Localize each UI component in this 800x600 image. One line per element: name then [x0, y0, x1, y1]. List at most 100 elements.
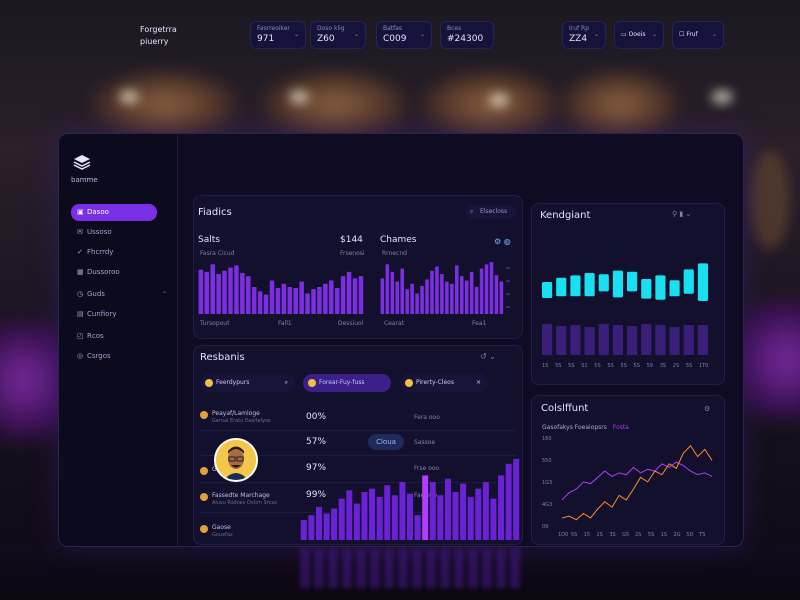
sidebar-item-label: Ussoso	[87, 228, 112, 236]
chip-3[interactable]: Pirerty-Cleos ×	[400, 374, 488, 392]
sales-bar	[299, 281, 304, 314]
floor-reflection	[300, 548, 520, 588]
candle-bar	[697, 263, 708, 301]
kendgiant-title: Kendgiant	[540, 210, 591, 221]
header-filter-1[interactable]: Fasrreoiker 971 ⌄	[250, 21, 306, 49]
header-filter-4[interactable]: Bces #24300	[440, 21, 494, 49]
row-avatar-icon	[200, 493, 208, 501]
channel-bar	[469, 271, 474, 314]
channel-bar	[410, 283, 414, 314]
channel-bar	[415, 293, 419, 314]
sales-bar	[240, 272, 245, 314]
resbanis-bar	[353, 503, 360, 540]
chevron-down-icon: ⌄	[293, 31, 299, 38]
chip-1[interactable]: Feerdypurs ⌕	[200, 374, 295, 392]
sidebar-item-label: Dasoo	[87, 208, 109, 216]
header-filter-3[interactable]: Batfas C009 ⌄	[376, 21, 432, 49]
resbanis-bar	[467, 496, 474, 540]
sales-bar	[340, 276, 346, 314]
channel-bar	[474, 287, 479, 314]
x-tick-label: G5	[622, 532, 629, 538]
sidebar-item-3[interactable]: ✓ Fhcrrdy	[71, 244, 157, 261]
resbanis-bar	[444, 478, 451, 540]
chip-2[interactable]: Forear-Fuy-fuss	[303, 374, 391, 392]
channel-footer-1: Cearat	[384, 320, 405, 327]
sales-bar	[305, 293, 310, 314]
sales-bar	[346, 271, 352, 314]
sidebar-item-icon: ◷	[77, 290, 84, 298]
resbanis-bar	[490, 498, 497, 540]
header-right-1[interactable]: Iruf Rp ZZ4 ⌄	[562, 21, 606, 49]
orange-series-line	[561, 444, 713, 521]
candle-bar	[655, 275, 666, 300]
volume-bar	[697, 325, 708, 355]
sales-bar	[198, 269, 204, 314]
channel-bar	[395, 281, 400, 314]
chip-2-label: Forear-Fuy-fuss	[319, 379, 365, 386]
sales-bar	[293, 288, 298, 314]
search-input[interactable]: ⌕ Elsecloss	[466, 205, 516, 219]
sales-bar	[246, 276, 251, 314]
candle-bar	[683, 269, 694, 294]
purple-series-line	[561, 461, 713, 501]
resbanis-bar	[437, 495, 444, 540]
x-tick-label: 5S	[571, 532, 577, 538]
search-icon: ⌕	[470, 208, 474, 215]
x-tick-label: 5S	[620, 363, 626, 369]
x-tick-label: 5S	[634, 363, 640, 369]
candle-bar	[641, 279, 652, 299]
settings-icon[interactable]: ⚙	[704, 405, 710, 413]
row-avatar-icon	[200, 467, 208, 475]
chip-3-label: Pirerty-Cleos	[416, 379, 454, 386]
sidebar-item-7[interactable]: ◰ Rcos	[71, 328, 157, 345]
resbanis-bar	[414, 515, 421, 540]
x-tick-label: S1	[581, 363, 587, 369]
kendgiant-controls-icon[interactable]: ⚲ ▮ ⌄	[672, 210, 691, 218]
resbanis-controls-icon[interactable]: ↺ ⌄	[480, 352, 496, 361]
volume-bar	[598, 324, 609, 355]
x-tick-label: 2G	[674, 532, 681, 538]
channel-chart	[380, 262, 510, 314]
avatar[interactable]	[214, 438, 258, 482]
resbanis-bar	[391, 495, 398, 540]
sidebar-item-6[interactable]: ▤ Cunfiory	[71, 306, 157, 323]
x-tick-label: 1T0	[699, 363, 708, 369]
volume-bar	[542, 324, 553, 355]
sales-subtitle-right: Frsenosi	[340, 250, 365, 257]
sidebar-item-1[interactable]: ▣ Dasoo	[71, 204, 157, 221]
x-tick-label: 3S	[660, 363, 666, 369]
header-filter-2[interactable]: Doso klig Z60 ⌄	[310, 21, 366, 49]
sales-footer-2: Fall1	[278, 320, 292, 327]
x-tick-label: 2S	[673, 363, 679, 369]
sidebar-item-icon: ✉	[77, 228, 83, 236]
sales-bar	[311, 289, 316, 314]
channel-subtitle: Rrnecnd	[382, 250, 407, 257]
row-title: Peayaf/Lamloge	[212, 410, 260, 417]
sidebar-item-2[interactable]: ✉ Ussoso	[71, 224, 157, 241]
x-tick-label: 1S	[542, 363, 548, 369]
x-tick-label: 5S	[648, 532, 654, 538]
sidebar-item-4[interactable]: ▦ Dussoroo	[71, 264, 157, 281]
sidebar-item-icon: ◎	[77, 352, 84, 360]
channel-refresh-icon[interactable]: ⚙ ◍	[494, 237, 511, 246]
x-tick-label: 1D0	[558, 532, 568, 538]
sidebar-item-5[interactable]: ◷ Guds ⌃	[71, 286, 167, 303]
sidebar-item-icon: ▣	[77, 208, 84, 216]
chevron-down-icon: ⌄	[593, 31, 599, 38]
x-tick-label: 5S	[607, 363, 613, 369]
header-right-2[interactable]: ▭ Ooeis ⌄	[614, 21, 664, 49]
volume-bar	[669, 327, 680, 355]
resbanis-bar	[407, 493, 413, 540]
chevron-down-icon: ⌄	[419, 31, 425, 38]
search-placeholder: Elsecloss	[480, 208, 508, 215]
resbanis-bar	[331, 508, 338, 540]
candle-bar	[542, 282, 553, 298]
header-right-3[interactable]: ☐ Fruf ⌄	[672, 21, 724, 49]
resbanis-bar	[399, 482, 406, 540]
chip-dot-icon	[405, 379, 413, 387]
sidebar-item-icon: ▦	[77, 268, 84, 276]
resbanis-bar	[323, 513, 330, 540]
resbanis-bar	[369, 488, 376, 540]
x-tick-label: 5D	[686, 532, 693, 538]
sidebar-item-8[interactable]: ◎ Csrgos	[71, 348, 157, 365]
